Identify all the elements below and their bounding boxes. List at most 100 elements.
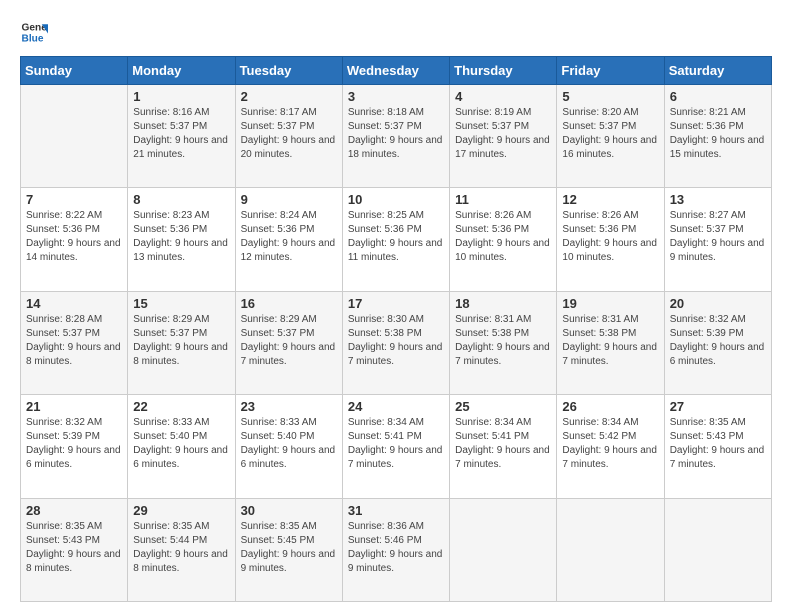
sunrise-text: Sunrise: 8:35 AM xyxy=(670,416,766,430)
col-wednesday: Wednesday xyxy=(342,57,449,85)
sunrise-text: Sunrise: 8:36 AM xyxy=(348,520,444,534)
sunset-text: Sunset: 5:39 PM xyxy=(26,430,122,444)
calendar-cell: 25Sunrise: 8:34 AMSunset: 5:41 PMDayligh… xyxy=(450,395,557,498)
daylight-text: Daylight: 9 hours and 7 minutes. xyxy=(241,341,337,369)
header: General Blue xyxy=(20,18,772,46)
day-info: Sunrise: 8:35 AMSunset: 5:45 PMDaylight:… xyxy=(241,520,337,576)
sunrise-text: Sunrise: 8:34 AM xyxy=(455,416,551,430)
calendar-cell: 22 Sunrise: 8:33 AMSunset: 5:40 PMDayligh… xyxy=(128,395,235,498)
sunset-text: Sunset: 5:45 PM xyxy=(241,534,337,548)
calendar-week-4: 21Sunrise: 8:32 AMSunset: 5:39 PMDayligh… xyxy=(21,395,772,498)
sunset-text: Sunset: 5:36 PM xyxy=(26,223,122,237)
calendar-cell: 16 Sunrise: 8:29 AMSunset: 5:37 PMDayligh… xyxy=(235,291,342,394)
calendar-cell: 23Sunrise: 8:33 AMSunset: 5:40 PMDayligh… xyxy=(235,395,342,498)
sunset-text: Sunset: 5:44 PM xyxy=(133,534,229,548)
daylight-text: Daylight: 9 hours and 7 minutes. xyxy=(562,444,658,472)
calendar-table: Sunday Monday Tuesday Wednesday Thursday… xyxy=(20,56,772,602)
daylight-text: Daylight: 9 hours and 8 minutes. xyxy=(26,341,122,369)
day-info: Sunrise: 8:24 AMSunset: 5:36 PMDaylight:… xyxy=(241,209,337,265)
calendar-cell: 5Sunrise: 8:20 AMSunset: 5:37 PMDaylight… xyxy=(557,85,664,188)
day-number: 18 xyxy=(455,296,551,311)
sunset-text: Sunset: 5:38 PM xyxy=(348,327,444,341)
header-row: Sunday Monday Tuesday Wednesday Thursday… xyxy=(21,57,772,85)
calendar-cell xyxy=(21,85,128,188)
calendar-cell: 4Sunrise: 8:19 AMSunset: 5:37 PMDaylight… xyxy=(450,85,557,188)
day-info: Sunrise: 8:29 AMSunset: 5:37 PMDaylight:… xyxy=(133,313,229,369)
calendar-cell: 15Sunrise: 8:29 AMSunset: 5:37 PMDayligh… xyxy=(128,291,235,394)
day-info: Sunrise: 8:26 AMSunset: 5:36 PMDaylight:… xyxy=(455,209,551,265)
sunrise-text: Sunrise: 8:34 AM xyxy=(562,416,658,430)
day-info: Sunrise: 8:29 AMSunset: 5:37 PMDaylight:… xyxy=(241,313,337,369)
sunset-text: Sunset: 5:46 PM xyxy=(348,534,444,548)
calendar-cell: 24 Sunrise: 8:34 AMSunset: 5:41 PMDayligh… xyxy=(342,395,449,498)
day-number: 25 xyxy=(455,399,551,414)
daylight-text: Daylight: 9 hours and 8 minutes. xyxy=(133,341,229,369)
day-number: 16 xyxy=(241,296,337,311)
sunset-text: Sunset: 5:37 PM xyxy=(670,223,766,237)
sunset-text: Sunset: 5:41 PM xyxy=(348,430,444,444)
daylight-text: Daylight: 9 hours and 10 minutes. xyxy=(455,237,551,265)
day-number: 22 xyxy=(133,399,229,414)
col-thursday: Thursday xyxy=(450,57,557,85)
daylight-text: Daylight: 9 hours and 7 minutes. xyxy=(562,341,658,369)
daylight-text: Daylight: 9 hours and 16 minutes. xyxy=(562,134,658,162)
logo-icon: General Blue xyxy=(20,18,48,46)
calendar-cell: 6Sunrise: 8:21 AMSunset: 5:36 PMDaylight… xyxy=(664,85,771,188)
day-number: 6 xyxy=(670,89,766,104)
sunset-text: Sunset: 5:39 PM xyxy=(670,327,766,341)
daylight-text: Daylight: 9 hours and 13 minutes. xyxy=(133,237,229,265)
day-info: Sunrise: 8:33 AMSunset: 5:40 PMDaylight:… xyxy=(133,416,229,472)
sunset-text: Sunset: 5:37 PM xyxy=(241,120,337,134)
logo: General Blue xyxy=(20,18,52,46)
sunset-text: Sunset: 5:42 PM xyxy=(562,430,658,444)
calendar-week-2: 7Sunrise: 8:22 AMSunset: 5:36 PMDaylight… xyxy=(21,188,772,291)
sunrise-text: Sunrise: 8:33 AM xyxy=(133,416,229,430)
daylight-text: Daylight: 9 hours and 18 minutes. xyxy=(348,134,444,162)
sunrise-text: Sunrise: 8:16 AM xyxy=(133,106,229,120)
daylight-text: Daylight: 9 hours and 6 minutes. xyxy=(26,444,122,472)
svg-text:General: General xyxy=(22,22,48,33)
day-number: 17 xyxy=(348,296,444,311)
sunrise-text: Sunrise: 8:30 AM xyxy=(348,313,444,327)
day-number: 11 xyxy=(455,192,551,207)
day-number: 23 xyxy=(241,399,337,414)
daylight-text: Daylight: 9 hours and 9 minutes. xyxy=(348,548,444,576)
calendar-body: 1Sunrise: 8:16 AMSunset: 5:37 PMDaylight… xyxy=(21,85,772,602)
day-info: Sunrise: 8:31 AMSunset: 5:38 PMDaylight:… xyxy=(562,313,658,369)
daylight-text: Daylight: 9 hours and 8 minutes. xyxy=(26,548,122,576)
day-number: 4 xyxy=(455,89,551,104)
calendar-header: Sunday Monday Tuesday Wednesday Thursday… xyxy=(21,57,772,85)
day-info: Sunrise: 8:32 AMSunset: 5:39 PMDaylight:… xyxy=(670,313,766,369)
daylight-text: Daylight: 9 hours and 12 minutes. xyxy=(241,237,337,265)
sunrise-text: Sunrise: 8:31 AM xyxy=(455,313,551,327)
sunrise-text: Sunrise: 8:34 AM xyxy=(348,416,444,430)
daylight-text: Daylight: 9 hours and 6 minutes. xyxy=(670,341,766,369)
day-number: 13 xyxy=(670,192,766,207)
day-info: Sunrise: 8:27 AMSunset: 5:37 PMDaylight:… xyxy=(670,209,766,265)
daylight-text: Daylight: 9 hours and 7 minutes. xyxy=(455,444,551,472)
day-number: 21 xyxy=(26,399,122,414)
day-info: Sunrise: 8:34 AMSunset: 5:41 PMDaylight:… xyxy=(348,416,444,472)
day-info: Sunrise: 8:17 AMSunset: 5:37 PMDaylight:… xyxy=(241,106,337,162)
daylight-text: Daylight: 9 hours and 7 minutes. xyxy=(348,444,444,472)
daylight-text: Daylight: 9 hours and 7 minutes. xyxy=(670,444,766,472)
daylight-text: Daylight: 9 hours and 6 minutes. xyxy=(241,444,337,472)
daylight-text: Daylight: 9 hours and 20 minutes. xyxy=(241,134,337,162)
sunset-text: Sunset: 5:37 PM xyxy=(133,327,229,341)
daylight-text: Daylight: 9 hours and 6 minutes. xyxy=(133,444,229,472)
calendar-cell xyxy=(450,498,557,601)
day-info: Sunrise: 8:35 AMSunset: 5:43 PMDaylight:… xyxy=(670,416,766,472)
sunset-text: Sunset: 5:37 PM xyxy=(133,120,229,134)
day-number: 14 xyxy=(26,296,122,311)
calendar-cell: 29Sunrise: 8:35 AMSunset: 5:44 PMDayligh… xyxy=(128,498,235,601)
sunset-text: Sunset: 5:43 PM xyxy=(670,430,766,444)
day-info: Sunrise: 8:36 AMSunset: 5:46 PMDaylight:… xyxy=(348,520,444,576)
day-number: 24 xyxy=(348,399,444,414)
sunset-text: Sunset: 5:36 PM xyxy=(241,223,337,237)
calendar-cell xyxy=(664,498,771,601)
sunset-text: Sunset: 5:40 PM xyxy=(241,430,337,444)
daylight-text: Daylight: 9 hours and 7 minutes. xyxy=(348,341,444,369)
sunset-text: Sunset: 5:40 PM xyxy=(133,430,229,444)
calendar-cell: 17 Sunrise: 8:30 AMSunset: 5:38 PMDayligh… xyxy=(342,291,449,394)
sunrise-text: Sunrise: 8:24 AM xyxy=(241,209,337,223)
